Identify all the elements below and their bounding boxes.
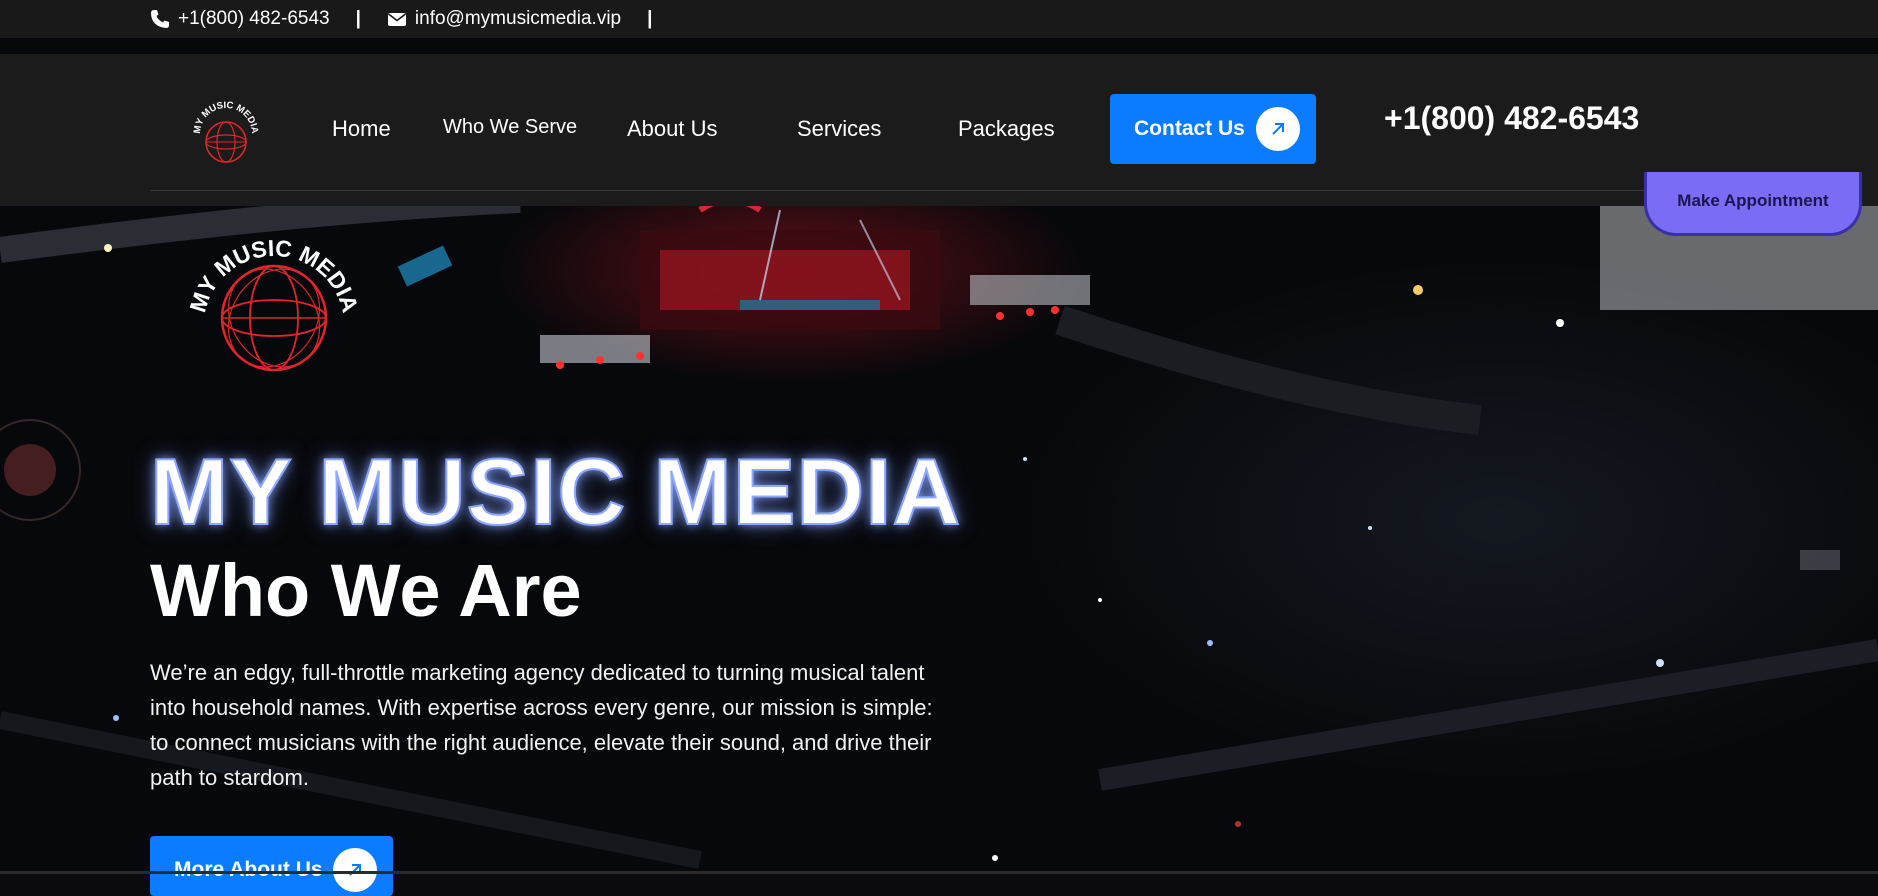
- header-logo[interactable]: MY MUSIC MEDIA: [190, 96, 262, 168]
- topbar-separator: |: [355, 8, 361, 29]
- make-appointment-label: Make Appointment: [1677, 191, 1829, 210]
- topbar-separator: |: [647, 8, 653, 29]
- more-about-us-label: More About Us: [174, 858, 323, 881]
- svg-text:MY MUSIC MEDIA: MY MUSIC MEDIA: [192, 100, 260, 135]
- header-phone[interactable]: +1(800) 482-6543: [1384, 100, 1639, 137]
- svg-text:MY MUSIC MEDIA: MY MUSIC MEDIA: [188, 235, 358, 316]
- hero-subtitle: Who We Are: [150, 549, 582, 632]
- header-logo-text: MY MUSIC MEDIA: [192, 100, 260, 135]
- nav-home[interactable]: Home: [332, 116, 391, 142]
- topbar-email-text: info@mymusicmedia.vip: [414, 8, 622, 29]
- hero-logo-text: MY MUSIC MEDIA: [184, 235, 363, 316]
- phone-icon: [150, 9, 170, 29]
- more-about-us-button[interactable]: More About Us: [150, 836, 393, 896]
- top-contact-bar: +1(800) 482-6543 | info@mymusicmedia.vip…: [0, 0, 1878, 38]
- globe-icon: MY MUSIC MEDIA: [192, 100, 260, 163]
- topbar-phone-text: +1(800) 482-6543: [178, 8, 330, 29]
- header-divider: [150, 190, 1730, 191]
- contact-us-button[interactable]: Contact Us: [1110, 94, 1316, 164]
- hero-logo: MY MUSIC MEDIA: [184, 226, 364, 376]
- contact-us-label: Contact Us: [1134, 117, 1245, 140]
- nav-about-us[interactable]: About Us: [627, 116, 718, 142]
- nav-who-we-serve[interactable]: Who We Serve: [443, 116, 577, 139]
- arrow-up-right-icon: [333, 848, 377, 892]
- globe-icon: MY MUSIC MEDIA: [184, 235, 364, 372]
- arrow-up-right-icon: [1256, 107, 1300, 151]
- nav-packages[interactable]: Packages: [958, 116, 1055, 142]
- envelope-icon: [387, 9, 407, 29]
- hero-title: MY MUSIC MEDIA: [149, 438, 962, 545]
- site-header: MY MUSIC MEDIA Home Who We Serve About U…: [0, 54, 1878, 206]
- topbar-email[interactable]: info@mymusicmedia.vip: [387, 8, 621, 30]
- make-appointment-button[interactable]: Make Appointment: [1644, 172, 1862, 236]
- nav-services[interactable]: Services: [797, 116, 881, 142]
- topbar-phone[interactable]: +1(800) 482-6543: [150, 8, 330, 30]
- hero-description: We’re an edgy, full-throttle marketing a…: [150, 660, 933, 790]
